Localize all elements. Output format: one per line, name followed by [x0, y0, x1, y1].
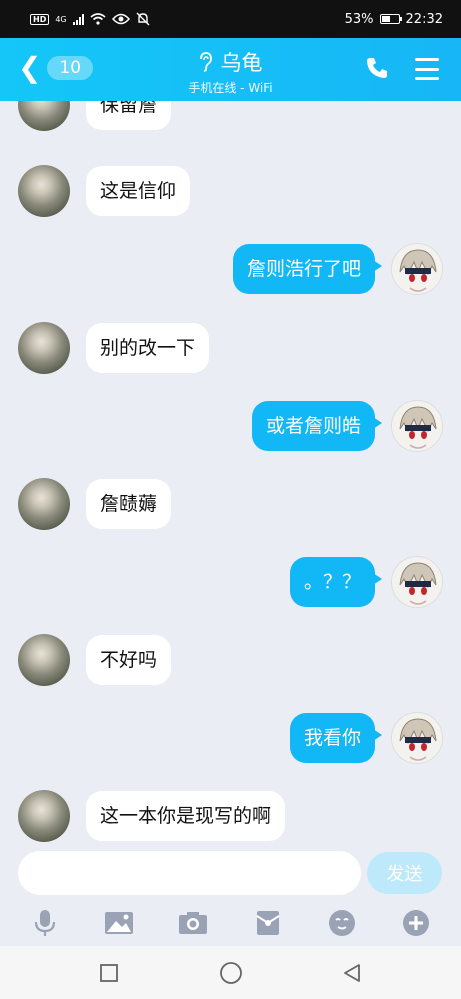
network-type: 4G: [55, 14, 67, 24]
message-input[interactable]: [18, 851, 361, 895]
camera-icon: [179, 912, 208, 934]
message-bubble[interactable]: 不好吗: [86, 635, 172, 685]
battery-percent: 53%: [344, 11, 374, 27]
send-button[interactable]: 发送: [367, 852, 442, 894]
chat-title: 乌龟: [220, 51, 263, 75]
friend-avatar[interactable]: [18, 634, 70, 686]
image-icon: [105, 912, 134, 934]
message-bubble[interactable]: 詹赜薅: [86, 479, 172, 529]
my-avatar[interactable]: [391, 400, 443, 452]
emoji-button[interactable]: [327, 908, 357, 938]
friend-avatar[interactable]: [18, 165, 70, 217]
ear-icon: [199, 52, 212, 72]
camera-button[interactable]: [178, 908, 208, 938]
eye-icon: [111, 13, 130, 25]
incoming-message[interactable]: 詹赜薅: [18, 478, 172, 530]
friend-avatar[interactable]: [18, 478, 70, 530]
more-button[interactable]: [401, 908, 431, 938]
chat-header: ❮ 10 乌龟 手机在线 - WiFi: [0, 38, 461, 101]
friend-avatar[interactable]: [18, 790, 70, 842]
incoming-message[interactable]: 这是信仰: [18, 165, 191, 217]
emoji-icon: [328, 910, 355, 936]
message-bubble[interactable]: 保留詹: [86, 101, 172, 130]
system-nav-bar: [0, 946, 461, 999]
incoming-message[interactable]: 不好吗: [18, 634, 172, 686]
outgoing-message[interactable]: 。？？: [289, 556, 443, 608]
my-avatar[interactable]: [391, 243, 443, 295]
input-toolbar: [0, 900, 461, 946]
status-bar: HD 4G 53% 22:32: [0, 0, 461, 38]
triangle-back-icon: [344, 963, 361, 982]
menu-button[interactable]: [415, 58, 439, 80]
hd-icon: HD: [30, 13, 50, 25]
outgoing-message[interactable]: 詹则浩行了吧: [232, 243, 443, 295]
phone-call-button[interactable]: [365, 56, 391, 82]
incoming-message[interactable]: 保留詹: [18, 101, 172, 131]
message-bubble[interactable]: 詹则浩行了吧: [232, 244, 383, 294]
outgoing-message[interactable]: 或者詹则皓: [251, 400, 443, 452]
red-packet-button[interactable]: [253, 908, 283, 938]
message-bubble[interactable]: 或者詹则皓: [251, 401, 383, 451]
phone-icon: [367, 58, 387, 78]
voice-button[interactable]: [30, 908, 60, 938]
microphone-icon: [34, 910, 56, 936]
my-avatar[interactable]: [391, 556, 443, 608]
square-recent-icon: [99, 963, 118, 982]
message-bubble[interactable]: 我看你: [289, 713, 383, 763]
back-nav-button[interactable]: [339, 960, 365, 986]
status-left: HD 4G: [30, 12, 150, 26]
message-bubble[interactable]: 。？？: [289, 557, 383, 607]
mute-bell-icon: [136, 12, 150, 26]
friend-avatar[interactable]: [18, 101, 70, 131]
message-bubble[interactable]: 别的改一下: [86, 323, 210, 373]
composer: 发送: [0, 846, 461, 900]
battery-icon: [379, 14, 402, 24]
message-list[interactable]: 保留詹这是信仰 詹则浩行了吧 别的改一下 或者詹则皓詹赜薅。？？ 不好吗我看你 这一本你是…: [0, 101, 461, 846]
my-avatar[interactable]: [391, 712, 443, 764]
image-button[interactable]: [104, 908, 134, 938]
online-status: 手机在线 - WiFi: [188, 81, 273, 95]
wifi-icon: [90, 13, 106, 25]
signal-icon: [72, 13, 84, 25]
circle-home-icon: [219, 961, 242, 984]
message-bubble[interactable]: 这一本你是现写的啊: [86, 791, 286, 841]
incoming-message[interactable]: 这一本你是现写的啊: [18, 790, 286, 842]
menu-icon: [415, 58, 439, 61]
message-bubble[interactable]: 这是信仰: [86, 166, 191, 216]
plus-icon: [402, 910, 429, 936]
title-block: 乌龟 手机在线 - WiFi: [0, 47, 461, 96]
friend-avatar[interactable]: [18, 322, 70, 374]
red-packet-icon: [256, 911, 280, 935]
incoming-message[interactable]: 别的改一下: [18, 322, 210, 374]
status-right: 53% 22:32: [345, 12, 443, 27]
outgoing-message[interactable]: 我看你: [289, 712, 443, 764]
recents-button[interactable]: [96, 960, 122, 986]
clock: 22:32: [405, 11, 443, 27]
home-button[interactable]: [218, 960, 244, 986]
